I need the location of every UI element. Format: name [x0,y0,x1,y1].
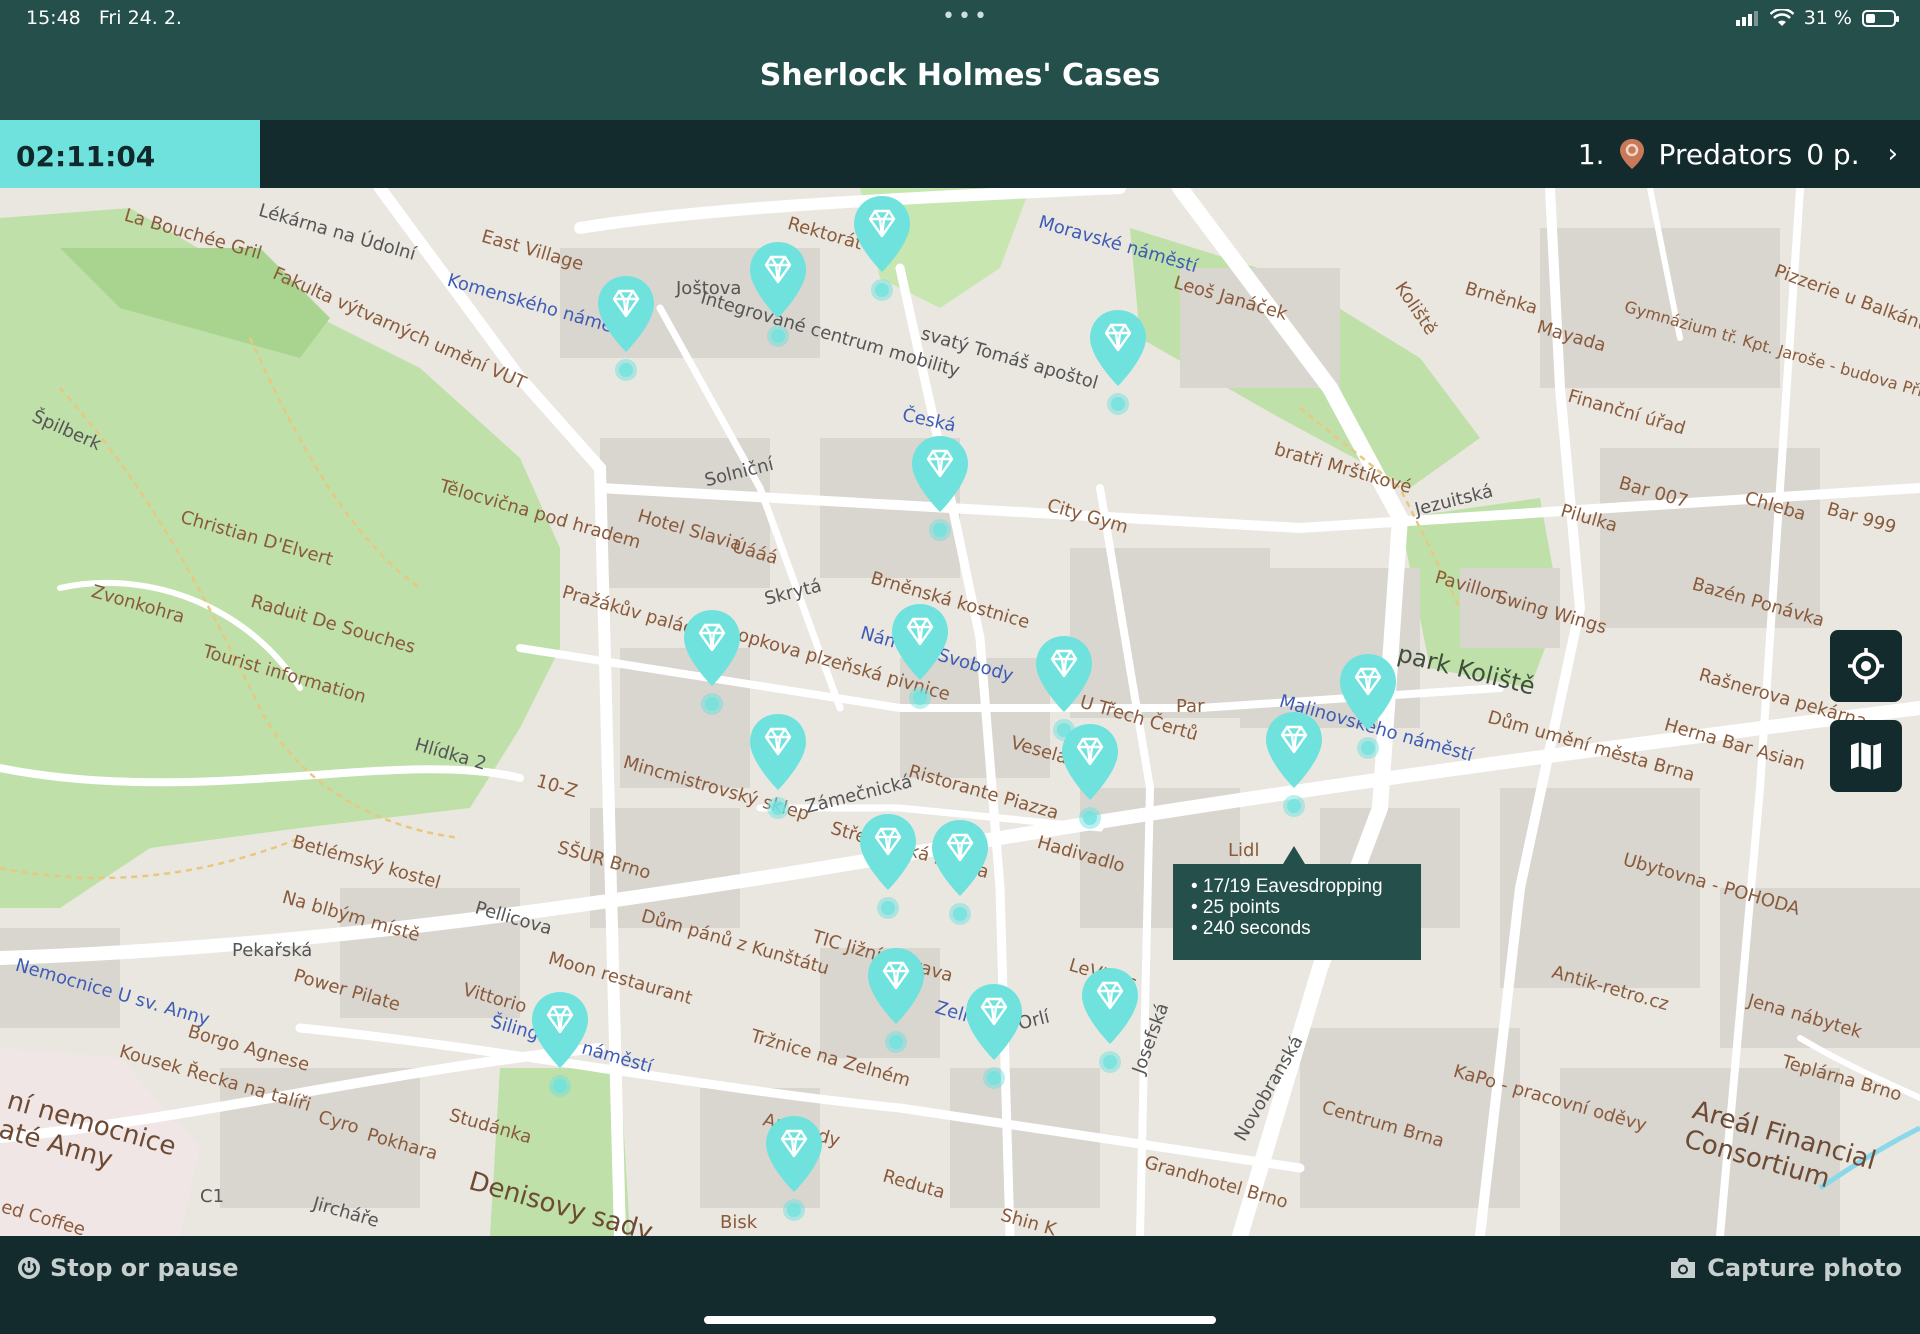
multitasking-dots-icon[interactable]: ••• [942,4,990,29]
chevron-right-icon: › [1887,139,1898,169]
diamond-pin-icon[interactable] [865,946,927,1056]
status-right: 31 % [1735,7,1899,29]
power-icon [18,1257,40,1279]
map-view[interactable]: La Bouchée Gril Lékárna na Údolní East V… [0,188,1920,1236]
map-label: Par [1176,696,1205,717]
crosshair-icon [1848,648,1884,684]
signal-icon [1735,11,1758,26]
status-time: 15:48 Fri 24. 2. [26,7,182,29]
tooltip-line: • 17/19 Eavesdropping [1191,876,1383,897]
map-label: Bisk [720,1212,758,1233]
battery-icon [1862,9,1899,27]
diamond-pin-icon[interactable] [909,434,971,544]
diamond-pin-icon[interactable] [857,812,919,922]
location-pin-icon [1619,139,1644,169]
camera-icon [1671,1258,1696,1278]
game-info-bar: 02:11:04 1. Predators 0 p. › [0,120,1920,188]
game-timer: 02:11:04 [0,120,260,188]
diamond-pin-icon[interactable] [1059,722,1121,832]
diamond-pin-icon[interactable] [1079,966,1141,1076]
map-label: Lidl [1228,840,1260,861]
bottom-bar: Stop or pause Capture photo [0,1236,1920,1334]
home-indicator[interactable] [704,1316,1216,1324]
map-label: Pekařská [232,940,313,961]
team-name: Predators [1658,137,1793,171]
diamond-pin-icon[interactable] [851,194,913,304]
diamond-pin-icon[interactable] [1263,710,1325,820]
page-title: Sherlock Holmes' Cases [759,58,1161,93]
wifi-icon [1769,9,1794,26]
map-icon [1851,742,1881,770]
stop-label: Stop or pause [50,1254,239,1282]
map-layers-button[interactable] [1830,720,1902,792]
diamond-pin-icon[interactable] [1337,652,1399,762]
diamond-pin-icon[interactable] [747,712,809,822]
team-rank: 1. [1577,137,1605,171]
task-tooltip[interactable]: • 17/19 Eavesdropping • 25 points • 240 … [1173,846,1421,960]
diamond-pin-icon[interactable] [681,608,743,718]
diamond-pin-icon[interactable] [929,818,991,928]
battery-percent: 31 % [1803,7,1852,29]
tooltip-line: • 240 seconds [1191,918,1311,939]
stop-or-pause-button[interactable]: Stop or pause [16,1254,238,1282]
capture-photo-button[interactable]: Capture photo [1669,1254,1902,1282]
diamond-pin-icon[interactable] [1087,308,1149,418]
tooltip-line: • 25 points [1191,897,1281,918]
locate-me-button[interactable] [1830,630,1902,702]
status-bar: 15:48 Fri 24. 2. ••• 31 % [0,0,1920,36]
team-points: 0 p. [1806,137,1860,171]
diamond-pin-icon[interactable] [763,1114,825,1224]
diamond-pin-icon[interactable] [529,990,591,1100]
title-bar: Sherlock Holmes' Cases [0,36,1920,120]
diamond-pin-icon[interactable] [963,982,1025,1092]
team-ranking[interactable]: 1. Predators 0 p. › [1578,120,1898,188]
map-label: C1 [200,1186,225,1207]
diamond-pin-icon[interactable] [595,274,657,384]
diamond-pin-icon[interactable] [747,240,809,350]
diamond-pin-icon[interactable] [889,602,951,712]
capture-label: Capture photo [1707,1254,1902,1282]
